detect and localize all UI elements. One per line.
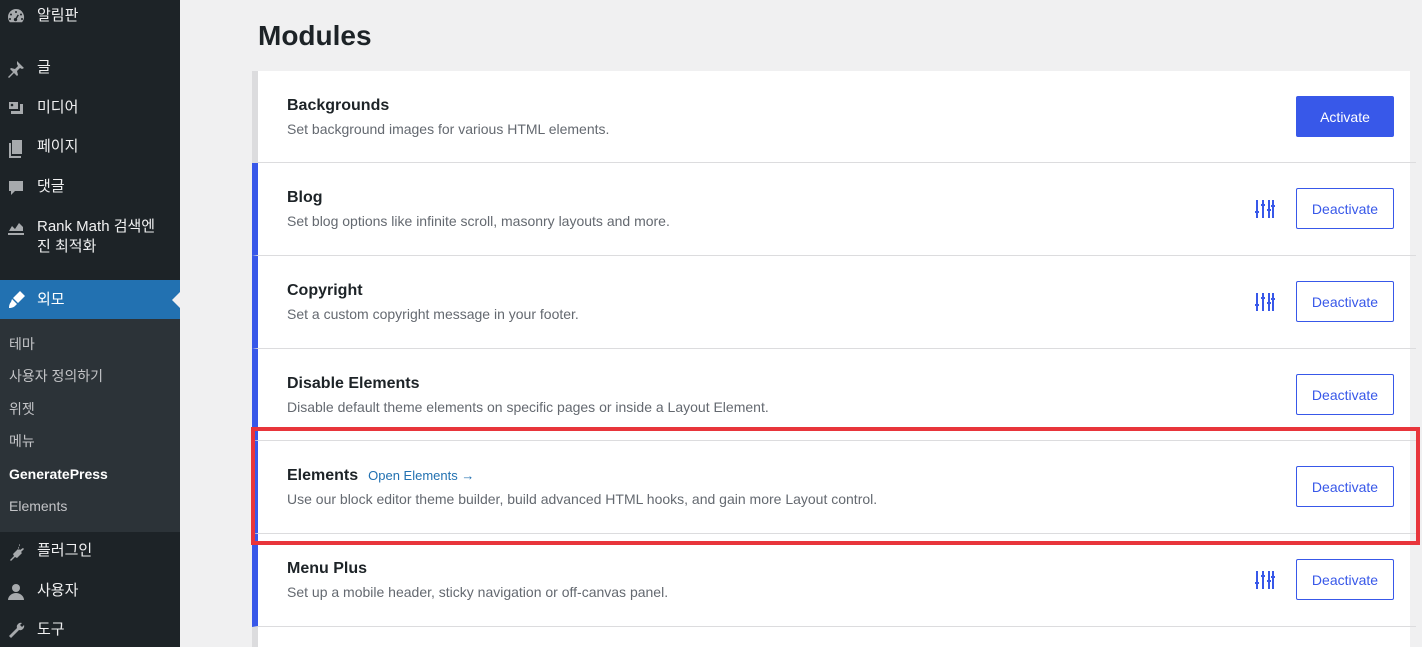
highlight-box <box>251 427 1420 545</box>
module-description: Disable default theme elements on specif… <box>287 399 769 415</box>
menu-item-tools[interactable]: 도구 <box>0 620 180 642</box>
pages-icon <box>5 137 27 159</box>
tools-icon <box>5 620 27 642</box>
page-title: Modules <box>258 20 372 51</box>
submenu-item-elements[interactable]: Elements <box>9 497 67 515</box>
module-name: Disable Elements <box>287 375 420 392</box>
deactivate-button[interactable]: Deactivate <box>1296 559 1394 600</box>
menu-item-plugins[interactable]: 플러그인 <box>0 541 180 563</box>
active-indicator <box>172 292 180 308</box>
plugins-icon <box>5 541 27 563</box>
module-name: Blog <box>287 189 323 206</box>
module-description: Set blog options like infinite scroll, m… <box>287 213 670 229</box>
menu-item-label: 플러그인 <box>37 542 93 559</box>
menu-item-label: 글 <box>37 59 51 76</box>
pin-icon <box>5 58 27 80</box>
submenu-item-menus[interactable]: 메뉴 <box>9 432 35 450</box>
activate-button[interactable]: Activate <box>1296 96 1394 137</box>
menu-item-rank-math[interactable]: Rank Math 검색엔 진 최적화 <box>0 217 180 257</box>
module-name: Menu Plus <box>287 560 368 577</box>
menu-item-media[interactable]: 미디어 <box>0 98 180 120</box>
module-row-copyright: Copyright Set a custom copyright message… <box>252 256 1416 349</box>
module-row-menu-plus: Menu Plus Set up a mobile header, sticky… <box>252 534 1416 627</box>
menu-item-label: 도구 <box>37 621 65 638</box>
submenu-item-widgets[interactable]: 위젯 <box>9 400 35 418</box>
deactivate-button[interactable]: Deactivate <box>1296 374 1394 415</box>
submenu-item-customize[interactable]: 사용자 정의하기 <box>9 367 103 385</box>
module-name: Copyright <box>287 282 363 299</box>
submenu-item-generatepress[interactable]: GeneratePress <box>9 465 108 483</box>
module-row-blog: Blog Set blog options like infinite scro… <box>252 163 1416 256</box>
menu-item-label: 미디어 <box>37 99 79 116</box>
media-icon <box>5 98 27 120</box>
menu-item-label: 페이지 <box>37 138 79 155</box>
menu-item-label: 사용자 <box>37 582 79 599</box>
dashboard-icon <box>5 6 27 28</box>
menu-item-label: 진 최적화 <box>37 238 97 255</box>
module-description: Set a custom copyright message in your f… <box>287 306 579 322</box>
menu-item-pages[interactable]: 페이지 <box>0 137 180 159</box>
menu-item-dashboard[interactable]: 알림판 <box>0 6 180 28</box>
module-name: Backgrounds <box>287 97 390 114</box>
appearance-submenu: 테마 사용자 정의하기 위젯 메뉴 GeneratePress Elements <box>0 319 180 532</box>
menu-item-posts[interactable]: 글 <box>0 58 180 80</box>
menu-item-label: 알림판 <box>37 7 79 24</box>
menu-item-label: Rank Math 검색엔 <box>37 218 156 235</box>
module-description: Set up a mobile header, sticky navigatio… <box>287 584 669 600</box>
rank-math-icon <box>5 217 27 239</box>
menu-item-comments[interactable]: 댓글 <box>0 177 180 199</box>
submenu-item-themes[interactable]: 테마 <box>9 335 35 353</box>
deactivate-button[interactable]: Deactivate <box>1296 188 1394 229</box>
deactivate-button[interactable]: Deactivate <box>1296 281 1394 322</box>
settings-sliders-icon[interactable] <box>1252 289 1278 315</box>
menu-item-users[interactable]: 사용자 <box>0 581 180 603</box>
settings-sliders-icon[interactable] <box>1252 567 1278 593</box>
menu-item-label: 댓글 <box>37 178 65 195</box>
users-icon <box>5 581 27 603</box>
modules-list: Backgrounds Set background images for va… <box>252 71 1416 647</box>
appearance-icon <box>5 289 27 311</box>
menu-item-appearance[interactable]: 외모 <box>0 280 180 319</box>
module-row-backgrounds: Backgrounds Set background images for va… <box>252 71 1416 163</box>
admin-sidebar: 알림판 글 미디어 페이지 댓글 Rank Math 검색엔 진 최적화 외모 … <box>0 0 180 647</box>
menu-item-label: 외모 <box>37 290 65 308</box>
module-description: Set background images for various HTML e… <box>287 121 610 137</box>
settings-sliders-icon[interactable] <box>1252 196 1278 222</box>
comments-icon <box>5 177 27 199</box>
